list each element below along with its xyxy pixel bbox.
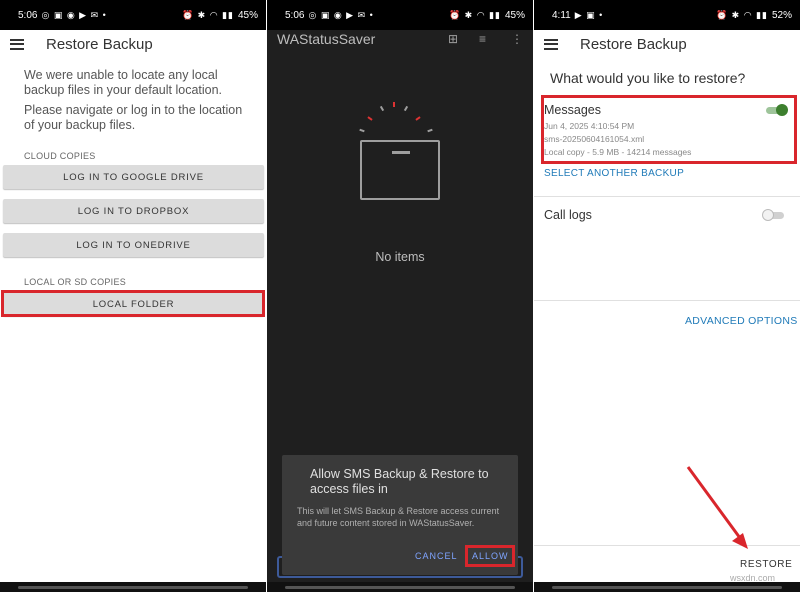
empty-box-icon <box>357 98 447 202</box>
google-drive-button[interactable]: LOG IN TO GOOGLE DRIVE <box>3 165 264 189</box>
app-bar: Restore Backup <box>534 30 800 58</box>
nav-bar <box>534 582 800 592</box>
highlight-box-local-folder <box>1 290 265 317</box>
restore-button[interactable]: RESTORE <box>740 559 792 570</box>
notification-icons: ▶ ▣ • <box>574 9 604 20</box>
cloud-copies-label: CLOUD COPIES <box>24 151 96 161</box>
status-bar: 5:06 ◎ ▣ ◉ ▶ ✉ • ⏰ ✱ ◠ ▮▮ 45% <box>0 0 266 30</box>
call-logs-toggle[interactable] <box>762 209 784 221</box>
notification-icons: ◎ ▣ ◉ ▶ ✉ • <box>308 9 374 20</box>
divider <box>534 196 800 197</box>
more-options-icon[interactable]: ⋮ <box>511 32 523 46</box>
battery-level: 52% <box>771 9 792 21</box>
status-time: 5:06 <box>18 9 38 21</box>
nav-bar <box>0 582 266 592</box>
permission-dialog: Allow SMS Backup & Restore to access fil… <box>282 455 518 575</box>
nav-bar <box>267 582 533 592</box>
app-bar: WAStatusSaver ⊞ ≡ ⋮ <box>267 30 533 60</box>
divider <box>534 300 800 301</box>
dialog-body: This will let SMS Backup & Restore acces… <box>297 506 500 528</box>
local-copies-label: LOCAL OR SD COPIES <box>24 277 127 287</box>
page-title: Restore Backup <box>46 35 153 53</box>
restore-backup-screen-1: 5:06 ◎ ▣ ◉ ▶ ✉ • ⏰ ✱ ◠ ▮▮ 45% Restore Ba… <box>0 0 266 592</box>
restore-backup-screen-2: 4:11 ▶ ▣ • ⏰ ✱ ◠ ▮▮ 52% Restore Backup W… <box>534 0 800 592</box>
select-another-backup-link[interactable]: SELECT ANOTHER BACKUP <box>544 168 684 179</box>
empty-state-text: No items <box>375 250 425 264</box>
no-backup-message: We were unable to locate any local backu… <box>24 68 254 133</box>
dropbox-button[interactable]: LOG IN TO DROPBOX <box>3 199 264 223</box>
watermark: wsxdn.com <box>730 573 776 583</box>
battery-level: 45% <box>504 9 525 21</box>
message-line-1: We were unable to locate any local backu… <box>24 68 223 97</box>
battery-level: 45% <box>237 9 258 21</box>
onedrive-button[interactable]: LOG IN TO ONEDRIVE <box>3 233 264 257</box>
highlight-box-allow <box>465 545 515 567</box>
file-picker-screen: 5:06 ◎ ▣ ◉ ▶ ✉ • ⏰ ✱ ◠ ▮▮ 45% WAStatusSa… <box>267 0 533 592</box>
status-time: 4:11 <box>552 9 571 21</box>
cancel-button[interactable]: CANCEL <box>415 551 458 561</box>
call-logs-label: Call logs <box>544 208 592 222</box>
status-bar: 4:11 ▶ ▣ • ⏰ ✱ ◠ ▮▮ 52% <box>534 0 800 30</box>
notification-icons: ◎ ▣ ◉ ▶ ✉ • <box>41 9 107 20</box>
new-folder-icon[interactable]: ⊞ <box>448 32 458 46</box>
highlight-box-messages <box>541 95 797 164</box>
signal-icons: ⏰ ✱ ◠ ▮▮ <box>715 9 768 20</box>
menu-icon[interactable] <box>10 38 24 50</box>
status-time: 5:06 <box>285 9 305 21</box>
app-bar: Restore Backup <box>0 30 266 58</box>
page-title: Restore Backup <box>580 35 687 53</box>
status-bar: 5:06 ◎ ▣ ◉ ▶ ✉ • ⏰ ✱ ◠ ▮▮ 45% <box>267 0 533 30</box>
restore-question: What would you like to restore? <box>550 70 746 86</box>
message-line-2: Please navigate or log in to the locatio… <box>24 103 243 132</box>
divider <box>534 545 800 546</box>
advanced-options-link[interactable]: ADVANCED OPTIONS <box>685 315 798 327</box>
folder-title: WAStatusSaver <box>277 31 376 47</box>
signal-icons: ⏰ ✱ ◠ ▮▮ <box>181 9 234 20</box>
signal-icons: ⏰ ✱ ◠ ▮▮ <box>448 9 501 20</box>
dialog-title: Allow SMS Backup & Restore to access fil… <box>310 467 489 496</box>
menu-icon[interactable] <box>544 38 558 50</box>
sort-icon[interactable]: ≡ <box>479 32 486 46</box>
